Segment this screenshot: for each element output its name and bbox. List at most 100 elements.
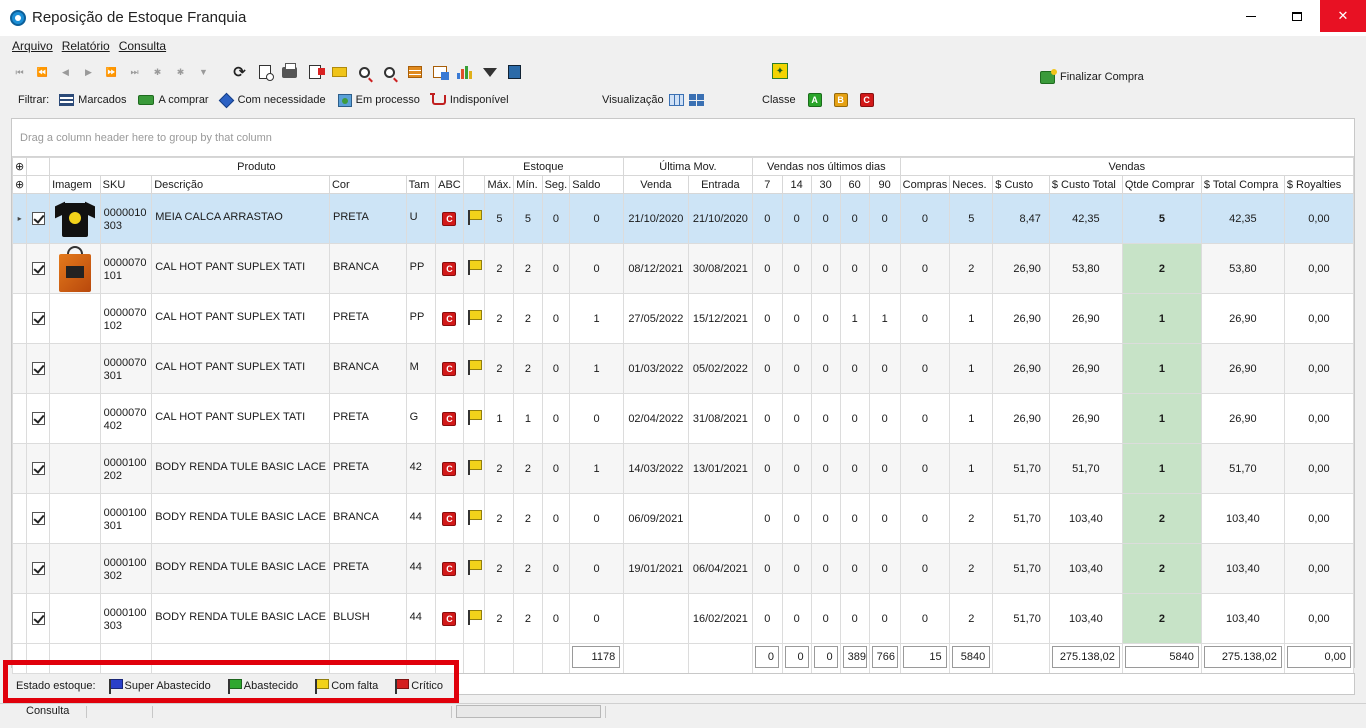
table-row[interactable]: 0000070301 CAL HOT PANT SUPLEX TATI BRANCA… bbox=[11, 343, 1355, 394]
card-view-icon[interactable] bbox=[688, 94, 704, 106]
grid-config-button[interactable] bbox=[402, 61, 427, 83]
filter-button[interactable] bbox=[477, 61, 502, 83]
header-max[interactable]: Máx. bbox=[484, 175, 515, 194]
header-compras[interactable]: Compras bbox=[899, 175, 951, 194]
qtde-comprar-cell[interactable]: 1 bbox=[1121, 393, 1202, 444]
qtde-comprar-cell[interactable]: 1 bbox=[1121, 293, 1202, 344]
qtde-comprar-cell[interactable]: 5 bbox=[1121, 193, 1202, 244]
row-checkbox-cell[interactable] bbox=[26, 443, 51, 494]
table-row[interactable]: 0000070101 CAL HOT PANT SUPLEX TATI BRANCA… bbox=[11, 243, 1355, 294]
header-total-compra[interactable]: $ Total Compra bbox=[1200, 175, 1285, 194]
row-checkbox-cell[interactable] bbox=[26, 293, 51, 344]
row-checkbox[interactable] bbox=[31, 512, 45, 525]
exit-button[interactable] bbox=[502, 61, 527, 83]
row-checkbox-cell[interactable] bbox=[26, 243, 51, 294]
row-indicator[interactable] bbox=[11, 493, 28, 544]
row-checkbox-cell[interactable] bbox=[26, 393, 51, 444]
table-row[interactable]: 0000070402 CAL HOT PANT SUPLEX TATI PRETA G… bbox=[11, 393, 1355, 444]
email-button[interactable] bbox=[327, 61, 352, 83]
row-checkbox-cell[interactable] bbox=[26, 593, 51, 644]
filter-record-button[interactable]: ▼ bbox=[192, 61, 215, 83]
header-abc[interactable]: ABC bbox=[435, 175, 464, 194]
row-indicator[interactable] bbox=[11, 343, 28, 394]
next-record-button[interactable]: ▶ bbox=[77, 61, 100, 83]
header-corner[interactable]: ⊕ bbox=[11, 175, 28, 194]
row-checkbox[interactable] bbox=[31, 262, 45, 275]
classe-c-button[interactable]: C bbox=[859, 93, 874, 107]
classe-b-button[interactable]: B bbox=[833, 93, 848, 107]
run-button[interactable]: ✦ bbox=[772, 63, 788, 79]
filter-indisponivel[interactable]: Indisponível bbox=[429, 93, 509, 106]
header-min[interactable]: Mín. bbox=[513, 175, 543, 194]
header-seg[interactable]: Seg. bbox=[541, 175, 571, 194]
header-d90[interactable]: 90 bbox=[868, 175, 901, 194]
row-indicator[interactable] bbox=[11, 543, 28, 594]
qtde-comprar-cell[interactable]: 1 bbox=[1121, 343, 1202, 394]
header-saldo[interactable]: Saldo bbox=[569, 175, 624, 194]
row-checkbox[interactable] bbox=[31, 362, 45, 375]
header-qtde-comprar[interactable]: Qtde Comprar bbox=[1121, 175, 1202, 194]
row-indicator[interactable] bbox=[11, 293, 28, 344]
header-d7[interactable]: 7 bbox=[751, 175, 783, 194]
row-indicator[interactable]: ▸ bbox=[11, 193, 28, 244]
table-row[interactable]: ▸ 0000010303 MEIA CALCA ARRASTAO PRETA U C 5 5 0… bbox=[11, 193, 1355, 244]
qtde-comprar-cell[interactable]: 1 bbox=[1121, 443, 1202, 494]
row-checkbox[interactable] bbox=[31, 212, 45, 225]
header-neces[interactable]: Neces. bbox=[949, 175, 994, 194]
row-checkbox[interactable] bbox=[31, 612, 45, 625]
header-d14[interactable]: 14 bbox=[781, 175, 812, 194]
header-venda[interactable]: Venda bbox=[622, 175, 689, 194]
row-indicator[interactable] bbox=[11, 593, 28, 644]
close-button[interactable]: ✕ bbox=[1320, 0, 1366, 32]
first-record-button[interactable]: ⏮ bbox=[8, 61, 31, 83]
qtde-comprar-cell[interactable]: 2 bbox=[1121, 493, 1202, 544]
minimize-button[interactable] bbox=[1228, 0, 1274, 32]
filter-a-comprar[interactable]: A comprar bbox=[138, 94, 209, 106]
delete-record-button[interactable]: ✱ bbox=[169, 61, 192, 83]
filter-com-necessidade[interactable]: Com necessidade bbox=[218, 92, 326, 108]
chart-button[interactable] bbox=[452, 61, 477, 83]
row-checkbox-cell[interactable] bbox=[26, 343, 51, 394]
row-checkbox[interactable] bbox=[31, 562, 45, 575]
group-panel[interactable]: Drag a column header here to group by th… bbox=[12, 119, 1354, 157]
header-sku[interactable]: SKU bbox=[99, 175, 153, 194]
row-indicator[interactable] bbox=[11, 443, 28, 494]
header-descricao[interactable]: Descrição bbox=[151, 175, 330, 194]
table-row[interactable]: 0000100303 BODY RENDA TULE BASIC LACE BLUS… bbox=[11, 593, 1355, 644]
row-indicator[interactable] bbox=[11, 393, 28, 444]
header-entrada[interactable]: Entrada bbox=[687, 175, 753, 194]
export-button[interactable] bbox=[302, 61, 327, 83]
classe-a-button[interactable]: A bbox=[807, 93, 822, 107]
header-royalties[interactable]: $ Royalties bbox=[1283, 175, 1355, 194]
print-button[interactable] bbox=[277, 61, 302, 83]
header-custo[interactable]: $ Custo bbox=[992, 175, 1050, 194]
row-indicator[interactable] bbox=[11, 243, 28, 294]
qtde-comprar-cell[interactable]: 2 bbox=[1121, 593, 1202, 644]
table-row[interactable]: 0000100202 BODY RENDA TULE BASIC LACE PRET… bbox=[11, 443, 1355, 494]
insert-record-button[interactable]: ✱ bbox=[146, 61, 169, 83]
prev-page-button[interactable]: ⏪ bbox=[31, 61, 54, 83]
next-page-button[interactable]: ⏩ bbox=[100, 61, 123, 83]
header-d60[interactable]: 60 bbox=[839, 175, 870, 194]
finalizar-compra-button[interactable]: Finalizar Compra bbox=[1040, 68, 1144, 85]
qtde-comprar-cell[interactable]: 2 bbox=[1121, 243, 1202, 294]
filter-em-processo[interactable]: Em processo bbox=[337, 93, 420, 107]
row-checkbox-cell[interactable] bbox=[26, 543, 51, 594]
row-checkbox[interactable] bbox=[31, 312, 45, 325]
zoom-out-button[interactable] bbox=[377, 61, 402, 83]
header-imagem[interactable]: Imagem bbox=[49, 175, 101, 194]
refresh-button[interactable]: ⟳ bbox=[227, 61, 252, 83]
row-checkbox[interactable] bbox=[31, 412, 45, 425]
menu-arquivo[interactable]: Arquivo bbox=[12, 39, 53, 57]
zoom-in-button[interactable] bbox=[352, 61, 377, 83]
prev-record-button[interactable]: ◀ bbox=[54, 61, 77, 83]
grid-view-icon[interactable] bbox=[668, 94, 684, 106]
table-row[interactable]: 0000100302 BODY RENDA TULE BASIC LACE PRET… bbox=[11, 543, 1355, 594]
menu-relatorio[interactable]: Relatório bbox=[62, 39, 110, 57]
last-record-button[interactable]: ⏭ bbox=[123, 61, 146, 83]
table-row[interactable]: 0000100301 BODY RENDA TULE BASIC LACE BRAN… bbox=[11, 493, 1355, 544]
filter-marcados[interactable]: Marcados bbox=[59, 94, 126, 106]
row-checkbox-cell[interactable] bbox=[26, 193, 51, 244]
grid-save-button[interactable] bbox=[427, 61, 452, 83]
header-check[interactable] bbox=[26, 175, 51, 194]
